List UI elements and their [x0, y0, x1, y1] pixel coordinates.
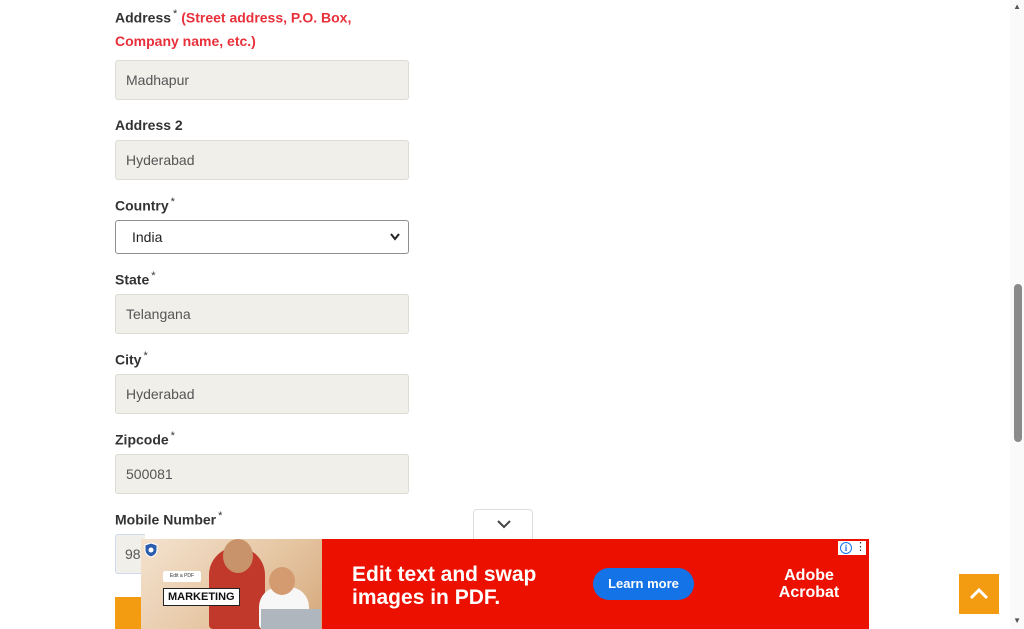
ad-person-man-head — [223, 539, 253, 573]
address2-label-text: Address 2 — [115, 117, 183, 133]
shield-icon — [144, 542, 158, 558]
zipcode-label-text: Zipcode — [115, 431, 169, 448]
more-vert-icon[interactable]: ⋮ — [855, 541, 866, 554]
address-input[interactable]: Madhapur — [115, 60, 409, 100]
address-label: Address * (Street address, P.O. Box, — [115, 8, 351, 26]
state-label: State * — [115, 270, 156, 288]
required-marker: * — [173, 8, 178, 20]
ad-headline: Edit text and swap images in PDF. — [352, 563, 536, 609]
back-to-top-button[interactable] — [959, 574, 999, 614]
mobile-label-text: Mobile Number — [115, 511, 217, 528]
address-label-text: Address — [115, 9, 172, 26]
ad-edit-tag: Edit a PDF — [163, 571, 201, 582]
mobile-label: Mobile Number * — [115, 510, 222, 528]
chevron-down-icon — [497, 520, 511, 529]
state-label-text: State — [115, 271, 150, 288]
required-marker: * — [218, 510, 223, 522]
ad-collapse-button[interactable] — [473, 509, 533, 539]
city-label-text: City — [115, 351, 142, 368]
required-marker: * — [170, 430, 175, 442]
required-marker: * — [151, 270, 156, 282]
ad-brand-line1: Adobe — [784, 567, 834, 584]
zipcode-label: Zipcode * — [115, 430, 175, 448]
ad-headline-line2: images in PDF. — [352, 586, 501, 609]
ad-person-woman-head — [269, 567, 295, 595]
city-input[interactable]: Hyderabad — [115, 374, 409, 414]
ad-marketing-label: MARKETING — [163, 588, 240, 606]
address-hint-line2: Company name, etc.) — [115, 33, 256, 49]
required-marker: * — [170, 196, 175, 208]
page-scrollbar[interactable]: ▲ ▼ — [1010, 0, 1024, 629]
address2-label: Address 2 — [115, 117, 183, 133]
country-selected-value: India — [132, 229, 163, 245]
adchoices-icon[interactable]: i — [840, 542, 852, 554]
country-label: Country * — [115, 196, 175, 214]
country-label-text: Country — [115, 197, 169, 214]
city-label: City * — [115, 350, 148, 368]
country-select[interactable]: India — [115, 220, 409, 254]
address2-input[interactable]: Hyderabad — [115, 140, 409, 180]
scroll-up-icon[interactable]: ▲ — [1013, 2, 1021, 11]
state-input[interactable]: Telangana — [115, 294, 409, 334]
scrollbar-thumb[interactable] — [1014, 284, 1022, 442]
chevron-up-icon — [969, 587, 989, 600]
ad-brand-logo: Adobe Acrobat — [769, 567, 849, 601]
chevron-down-icon — [390, 221, 400, 265]
zipcode-input[interactable]: 500081 — [115, 454, 409, 494]
ad-banner[interactable]: Edit a PDF MARKETING Edit text and swap … — [141, 539, 869, 629]
learn-more-button[interactable]: Learn more — [593, 568, 694, 600]
ad-brand-line2: Acrobat — [778, 584, 840, 601]
ad-photo: Edit a PDF MARKETING — [141, 539, 322, 629]
scroll-down-icon[interactable]: ▼ — [1013, 616, 1021, 625]
ad-headline-line1: Edit text and swap — [352, 563, 537, 586]
ad-laptop — [261, 609, 321, 629]
required-marker: * — [143, 350, 148, 362]
adchoices-badge[interactable]: i ⋮ — [838, 541, 866, 555]
address-hint-line1: (Street address, P.O. Box, — [181, 9, 352, 26]
